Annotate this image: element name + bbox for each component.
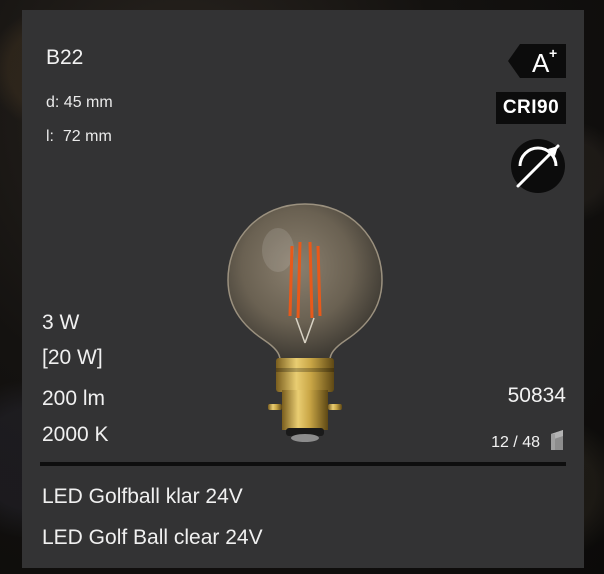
energy-class-badge: A +	[508, 44, 566, 78]
product-card: B22 d: 45 mm l: 72 mm A + CRI90 3 W [20 …	[22, 10, 584, 568]
socket-type: B22	[46, 46, 84, 69]
length-value: l: 72 mm	[46, 128, 112, 145]
article-number: 50834	[507, 384, 566, 407]
divider	[40, 462, 566, 466]
equivalent-power-value: [20 W]	[42, 346, 103, 369]
energy-class-plus: +	[549, 45, 557, 61]
pack-quantity-text: 12 / 48	[491, 433, 540, 451]
golf-ball-bulb-image	[220, 198, 390, 450]
color-temperature-value: 2000 K	[42, 423, 109, 446]
lumen-value: 200 lm	[42, 387, 106, 410]
diameter-value: d: 45 mm	[46, 94, 113, 111]
product-name-en: LED Golf Ball clear 24V	[42, 526, 263, 549]
pack-quantity: 12 / 48	[491, 428, 566, 457]
dimmable-icon	[510, 138, 566, 194]
package-icon	[548, 428, 566, 457]
energy-class-letter: A	[532, 48, 550, 78]
power-value: 3 W	[42, 311, 80, 334]
product-name-de: LED Golfball klar 24V	[42, 485, 243, 508]
energy-class-shape: A +	[508, 44, 566, 78]
cri-badge: CRI90	[496, 92, 566, 124]
